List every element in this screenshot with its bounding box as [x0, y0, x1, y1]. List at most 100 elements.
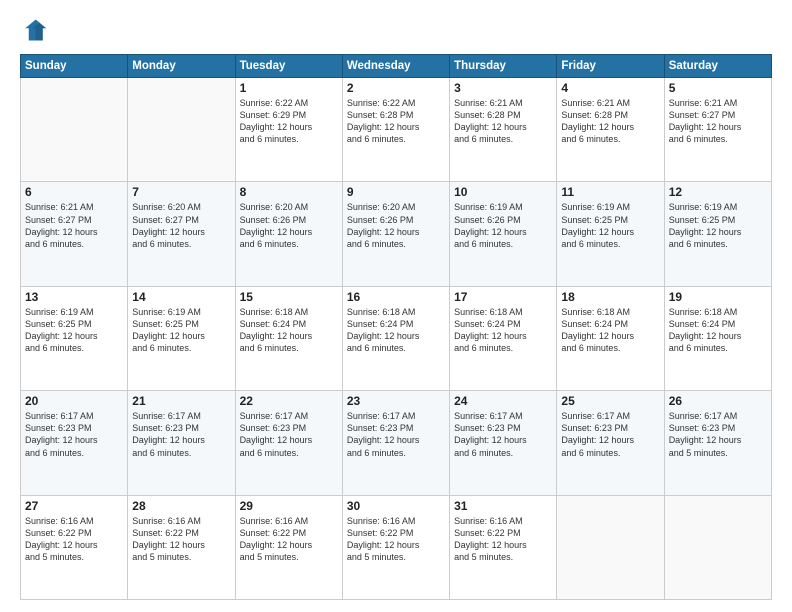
cell-info: Sunrise: 6:17 AM Sunset: 6:23 PM Dayligh… [561, 410, 659, 459]
day-number: 24 [454, 394, 552, 408]
cell-info: Sunrise: 6:16 AM Sunset: 6:22 PM Dayligh… [347, 515, 445, 564]
calendar-cell: 20 Sunrise: 6:17 AM Sunset: 6:23 PM Dayli… [21, 391, 128, 495]
cell-info: Sunrise: 6:21 AM Sunset: 6:28 PM Dayligh… [454, 97, 552, 146]
calendar-cell: 3 Sunrise: 6:21 AM Sunset: 6:28 PM Daylig… [450, 78, 557, 182]
day-number: 30 [347, 499, 445, 513]
day-number: 20 [25, 394, 123, 408]
calendar-cell: 24 Sunrise: 6:17 AM Sunset: 6:23 PM Dayli… [450, 391, 557, 495]
calendar-cell: 13 Sunrise: 6:19 AM Sunset: 6:25 PM Dayli… [21, 286, 128, 390]
day-number: 11 [561, 185, 659, 199]
logo [20, 16, 50, 44]
day-number: 18 [561, 290, 659, 304]
calendar-header-row: SundayMondayTuesdayWednesdayThursdayFrid… [21, 55, 772, 78]
cell-info: Sunrise: 6:16 AM Sunset: 6:22 PM Dayligh… [240, 515, 338, 564]
day-number: 21 [132, 394, 230, 408]
page: SundayMondayTuesdayWednesdayThursdayFrid… [0, 0, 792, 612]
day-number: 3 [454, 81, 552, 95]
cell-info: Sunrise: 6:17 AM Sunset: 6:23 PM Dayligh… [669, 410, 767, 459]
cell-info: Sunrise: 6:22 AM Sunset: 6:29 PM Dayligh… [240, 97, 338, 146]
calendar-cell: 14Sunrise: 6:19 AM Sunset: 6:25 PM Dayli… [128, 286, 235, 390]
cell-info: Sunrise: 6:17 AM Sunset: 6:23 PM Dayligh… [347, 410, 445, 459]
calendar-cell: 1 Sunrise: 6:22 AM Sunset: 6:29 PM Daylig… [235, 78, 342, 182]
cell-info: Sunrise: 6:17 AM Sunset: 6:23 PM Dayligh… [240, 410, 338, 459]
cell-info: Sunrise: 6:16 AM Sunset: 6:22 PM Dayligh… [454, 515, 552, 564]
cell-info: Sunrise: 6:19 AM Sunset: 6:26 PM Dayligh… [454, 201, 552, 250]
calendar-cell [557, 495, 664, 599]
day-number: 4 [561, 81, 659, 95]
calendar-cell: 30 Sunrise: 6:16 AM Sunset: 6:22 PM Dayli… [342, 495, 449, 599]
cell-info: Sunrise: 6:18 AM Sunset: 6:24 PM Dayligh… [561, 306, 659, 355]
day-number: 26 [669, 394, 767, 408]
calendar-cell: 10 Sunrise: 6:19 AM Sunset: 6:26 PM Dayli… [450, 182, 557, 286]
calendar-cell: 18 Sunrise: 6:18 AM Sunset: 6:24 PM Dayli… [557, 286, 664, 390]
day-number: 15 [240, 290, 338, 304]
cell-info: Sunrise: 6:20 AM Sunset: 6:26 PM Dayligh… [347, 201, 445, 250]
day-number: 8 [240, 185, 338, 199]
day-number: 5 [669, 81, 767, 95]
day-number: 12 [669, 185, 767, 199]
calendar-cell [664, 495, 771, 599]
calendar-cell: 6 Sunrise: 6:21 AM Sunset: 6:27 PM Daylig… [21, 182, 128, 286]
calendar-cell: 31 Sunrise: 6:16 AM Sunset: 6:22 PM Dayli… [450, 495, 557, 599]
cell-info: Sunrise: 6:17 AM Sunset: 6:23 PM Dayligh… [25, 410, 123, 459]
cell-info: Sunrise: 6:18 AM Sunset: 6:24 PM Dayligh… [669, 306, 767, 355]
cell-info: Sunrise: 6:22 AM Sunset: 6:28 PM Dayligh… [347, 97, 445, 146]
weekday-header: Saturday [664, 55, 771, 78]
day-number: 25 [561, 394, 659, 408]
calendar-week-row: 27 Sunrise: 6:16 AM Sunset: 6:22 PM Dayli… [21, 495, 772, 599]
calendar-cell: 5 Sunrise: 6:21 AM Sunset: 6:27 PM Daylig… [664, 78, 771, 182]
calendar-cell: 27 Sunrise: 6:16 AM Sunset: 6:22 PM Dayli… [21, 495, 128, 599]
cell-info: Sunrise: 6:21 AM Sunset: 6:27 PM Dayligh… [669, 97, 767, 146]
calendar-cell: 11 Sunrise: 6:19 AM Sunset: 6:25 PM Dayli… [557, 182, 664, 286]
calendar-week-row: 13 Sunrise: 6:19 AM Sunset: 6:25 PM Dayli… [21, 286, 772, 390]
cell-info: Sunrise: 6:18 AM Sunset: 6:24 PM Dayligh… [347, 306, 445, 355]
cell-info: Sunrise: 6:19 AM Sunset: 6:25 PM Dayligh… [132, 306, 230, 355]
day-number: 22 [240, 394, 338, 408]
day-number: 27 [25, 499, 123, 513]
logo-icon [20, 16, 48, 44]
day-number: 6 [25, 185, 123, 199]
cell-info: Sunrise: 6:20 AM Sunset: 6:27 PM Dayligh… [132, 201, 230, 250]
cell-info: Sunrise: 6:18 AM Sunset: 6:24 PM Dayligh… [454, 306, 552, 355]
day-number: 29 [240, 499, 338, 513]
calendar-cell [21, 78, 128, 182]
day-number: 13 [25, 290, 123, 304]
day-number: 7 [132, 185, 230, 199]
day-number: 28 [132, 499, 230, 513]
calendar-cell: 8 Sunrise: 6:20 AM Sunset: 6:26 PM Daylig… [235, 182, 342, 286]
cell-info: Sunrise: 6:19 AM Sunset: 6:25 PM Dayligh… [561, 201, 659, 250]
day-number: 23 [347, 394, 445, 408]
cell-info: Sunrise: 6:21 AM Sunset: 6:28 PM Dayligh… [561, 97, 659, 146]
cell-info: Sunrise: 6:16 AM Sunset: 6:22 PM Dayligh… [25, 515, 123, 564]
day-number: 1 [240, 81, 338, 95]
calendar-cell: 9Sunrise: 6:20 AM Sunset: 6:26 PM Daylig… [342, 182, 449, 286]
day-number: 2 [347, 81, 445, 95]
day-number: 10 [454, 185, 552, 199]
calendar-cell: 21 Sunrise: 6:17 AM Sunset: 6:23 PM Dayli… [128, 391, 235, 495]
weekday-header: Monday [128, 55, 235, 78]
cell-info: Sunrise: 6:19 AM Sunset: 6:25 PM Dayligh… [25, 306, 123, 355]
calendar-cell [128, 78, 235, 182]
cell-info: Sunrise: 6:20 AM Sunset: 6:26 PM Dayligh… [240, 201, 338, 250]
day-number: 17 [454, 290, 552, 304]
cell-info: Sunrise: 6:19 AM Sunset: 6:25 PM Dayligh… [669, 201, 767, 250]
day-number: 31 [454, 499, 552, 513]
cell-info: Sunrise: 6:17 AM Sunset: 6:23 PM Dayligh… [454, 410, 552, 459]
weekday-header: Friday [557, 55, 664, 78]
calendar-cell: 19 Sunrise: 6:18 AM Sunset: 6:24 PM Dayli… [664, 286, 771, 390]
weekday-header: Sunday [21, 55, 128, 78]
cell-info: Sunrise: 6:18 AM Sunset: 6:24 PM Dayligh… [240, 306, 338, 355]
cell-info: Sunrise: 6:16 AM Sunset: 6:22 PM Dayligh… [132, 515, 230, 564]
calendar-week-row: 6 Sunrise: 6:21 AM Sunset: 6:27 PM Daylig… [21, 182, 772, 286]
weekday-header: Wednesday [342, 55, 449, 78]
calendar-cell: 17 Sunrise: 6:18 AM Sunset: 6:24 PM Dayli… [450, 286, 557, 390]
calendar-cell: 28 Sunrise: 6:16 AM Sunset: 6:22 PM Dayli… [128, 495, 235, 599]
calendar-cell: 12 Sunrise: 6:19 AM Sunset: 6:25 PM Dayli… [664, 182, 771, 286]
calendar-cell: 29 Sunrise: 6:16 AM Sunset: 6:22 PM Dayli… [235, 495, 342, 599]
cell-info: Sunrise: 6:17 AM Sunset: 6:23 PM Dayligh… [132, 410, 230, 459]
day-number: 19 [669, 290, 767, 304]
calendar-cell: 4 Sunrise: 6:21 AM Sunset: 6:28 PM Daylig… [557, 78, 664, 182]
header [20, 16, 772, 44]
weekday-header: Thursday [450, 55, 557, 78]
cell-info: Sunrise: 6:21 AM Sunset: 6:27 PM Dayligh… [25, 201, 123, 250]
